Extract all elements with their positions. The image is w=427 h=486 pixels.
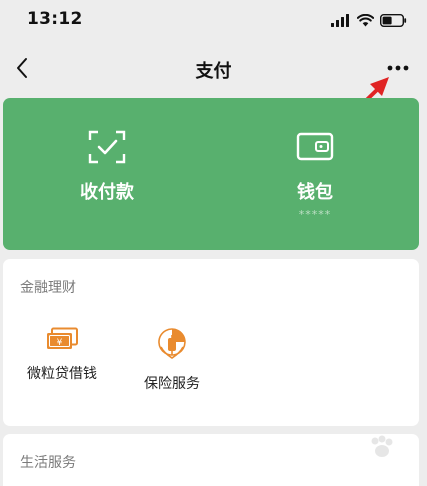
finance-section-title: 金融理财	[20, 280, 76, 296]
wallet-button[interactable]: 钱包 *****	[211, 98, 419, 250]
more-dots-icon	[387, 65, 409, 71]
svg-text:¥: ¥	[57, 338, 63, 348]
loan-service-label: 微粒贷借钱	[27, 366, 97, 382]
scan-payment-icon	[88, 130, 126, 168]
loan-service-button[interactable]: ¥ 微粒贷借钱	[17, 327, 107, 383]
chevron-left-icon	[17, 58, 27, 78]
insurance-service-label: 保险服务	[144, 376, 200, 392]
battery-icon	[379, 12, 407, 31]
status-bar: 13:12	[0, 0, 427, 40]
watermark-logo-icon	[319, 434, 399, 484]
signal-icon	[331, 12, 351, 31]
loan-money-icon: ¥	[17, 327, 107, 351]
insurance-icon	[127, 327, 217, 361]
payment-screen: 13:12 支付 收付款 钱包 ***** 金融理财 ¥ 微粒贷借钱 保险服务 …	[0, 0, 427, 486]
insurance-service-button[interactable]: 保险服务	[127, 327, 217, 393]
back-button[interactable]	[8, 54, 36, 82]
status-time: 13:12	[27, 9, 83, 29]
receive-pay-label: 收付款	[80, 182, 134, 203]
wallet-label: 钱包	[297, 182, 333, 203]
payment-card: 收付款 钱包 *****	[3, 98, 419, 250]
wallet-icon	[296, 130, 334, 166]
wallet-balance-masked: *****	[298, 208, 332, 221]
receive-pay-button[interactable]: 收付款	[3, 98, 211, 250]
status-icons	[331, 12, 407, 31]
life-section-title: 生活服务	[20, 455, 76, 471]
wifi-icon	[356, 12, 375, 31]
finance-section: 金融理财 ¥ 微粒贷借钱 保险服务	[3, 259, 419, 426]
